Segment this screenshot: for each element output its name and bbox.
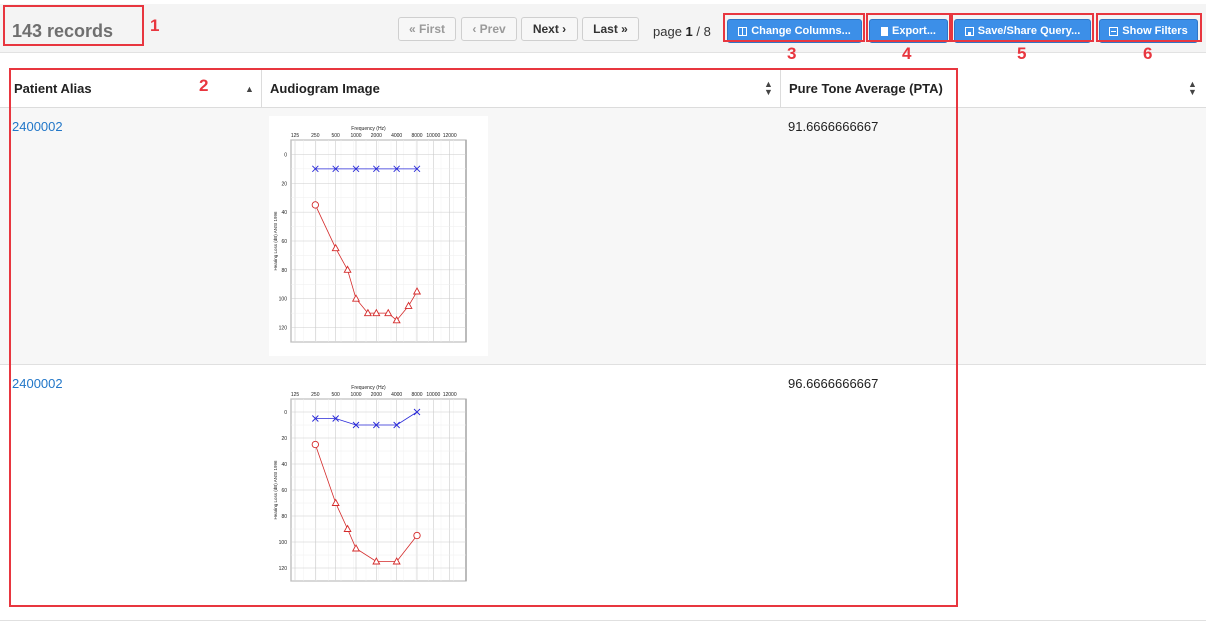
sort-asc-icon[interactable]: ▲ <box>245 84 254 94</box>
y-tick-label: 20 <box>281 181 287 187</box>
next-page-button[interactable]: Next › <box>521 17 578 41</box>
x-tick-label: 8000 <box>411 392 422 398</box>
annotation-label: 2 <box>199 76 209 95</box>
columns-icon <box>738 26 748 36</box>
table-row: 2400002 125 250 500 1000 2000 4000 8000 10000 12… <box>0 365 1206 621</box>
right-ear-marker <box>311 440 319 449</box>
y-tick-label: 0 <box>284 410 287 416</box>
x-tick-label: 2000 <box>371 133 382 139</box>
x-tick-label: 4000 <box>391 133 402 139</box>
y-tick-label: 40 <box>281 210 287 216</box>
x-tick-label: 10000 <box>426 133 440 139</box>
first-page-button[interactable]: « First <box>398 17 456 41</box>
record-count: 143 records <box>12 21 114 41</box>
x-tick-label: 1000 <box>350 392 361 398</box>
change-columns-button[interactable]: Change Columns... <box>727 19 862 43</box>
annotation-label: 6 <box>1143 44 1153 63</box>
patient-alias-link[interactable]: 2400002 <box>12 376 63 391</box>
x-tick-label: 10000 <box>426 392 440 398</box>
y-axis-title: Hearing Loss (dB) ANSI 1996 <box>273 460 278 520</box>
table-row: 2400002 125 250 500 1000 2000 4000 8000 10000 12… <box>0 108 1206 365</box>
audiogram-image: 125 250 500 1000 2000 4000 8000 10000 12000 0 20 40… <box>269 116 488 356</box>
right-ear-marker <box>311 201 319 209</box>
x-tick-label: 250 <box>311 392 320 398</box>
save-share-query-button[interactable]: Save/Share Query... <box>954 19 1091 43</box>
x-tick-label: 12000 <box>443 392 457 398</box>
y-tick-label: 100 <box>279 540 288 546</box>
column-header-audiogram-image[interactable]: Audiogram Image <box>270 69 380 107</box>
audiogram-image: 125 250 500 1000 2000 4000 8000 10000 12000 0 20 40… <box>269 375 488 615</box>
column-divider <box>780 69 781 107</box>
show-filters-button[interactable]: Show Filters <box>1099 19 1198 43</box>
y-axis-title: Hearing Loss (dB) ANSI 1996 <box>273 211 278 271</box>
x-tick-label: 12000 <box>443 133 457 139</box>
y-tick-label: 100 <box>279 297 288 303</box>
annotation-label: 4 <box>902 44 912 63</box>
x-tick-label: 8000 <box>411 133 422 139</box>
y-tick-label: 80 <box>281 514 287 520</box>
export-button[interactable]: Export... <box>869 19 948 43</box>
y-tick-label: 120 <box>279 326 288 332</box>
y-tick-label: 40 <box>281 462 287 468</box>
y-tick-label: 60 <box>281 488 287 494</box>
y-tick-label: 0 <box>284 152 287 158</box>
x-tick-label: 4000 <box>391 392 402 398</box>
right-ear-marker <box>413 531 421 540</box>
x-tick-label: 500 <box>331 133 340 139</box>
last-page-button[interactable]: Last » <box>582 17 639 41</box>
x-axis-title: Frequency (Hz) <box>351 385 386 391</box>
audiogram-chart: 125 250 500 1000 2000 4000 8000 10000 12000 0 20 40… <box>273 126 467 343</box>
y-tick-label: 20 <box>281 436 287 442</box>
patient-alias-link[interactable]: 2400002 <box>12 119 63 134</box>
annotation-label: 5 <box>1017 44 1027 63</box>
x-tick-label: 500 <box>331 392 340 398</box>
pta-value: 91.6666666667 <box>788 119 879 134</box>
column-header-patient-alias[interactable]: Patient Alias <box>14 69 92 107</box>
y-tick-label: 120 <box>279 566 288 572</box>
x-tick-label: 250 <box>311 133 320 139</box>
pta-value: 96.6666666667 <box>788 376 879 391</box>
x-tick-label: 1000 <box>350 133 361 139</box>
x-tick-label: 2000 <box>371 392 382 398</box>
save-icon <box>964 26 974 36</box>
sort-icon[interactable]: ▲ ▼ <box>1188 80 1197 97</box>
column-header-pta[interactable]: Pure Tone Average (PTA) <box>789 69 943 107</box>
annotation-label: 3 <box>787 44 797 63</box>
x-tick-label: 125 <box>291 133 300 139</box>
sort-icon[interactable]: ▲ ▼ <box>764 80 773 97</box>
page-indicator: page 1 / 8 <box>653 24 711 39</box>
x-tick-label: 125 <box>291 392 300 398</box>
x-axis-title: Frequency (Hz) <box>351 126 386 132</box>
prev-page-button[interactable]: ‹ Prev <box>461 17 517 41</box>
audiogram-chart: 125 250 500 1000 2000 4000 8000 10000 12000 0 20 40… <box>273 385 467 582</box>
y-tick-label: 60 <box>281 239 287 245</box>
table-header: Patient Alias ▲ Audiogram Image ▲ ▼ Pure … <box>0 69 1206 108</box>
minus-square-icon <box>1109 26 1119 36</box>
y-tick-label: 80 <box>281 268 287 274</box>
file-icon <box>880 26 888 36</box>
column-divider <box>261 69 262 107</box>
annotation-label: 1 <box>150 16 160 35</box>
